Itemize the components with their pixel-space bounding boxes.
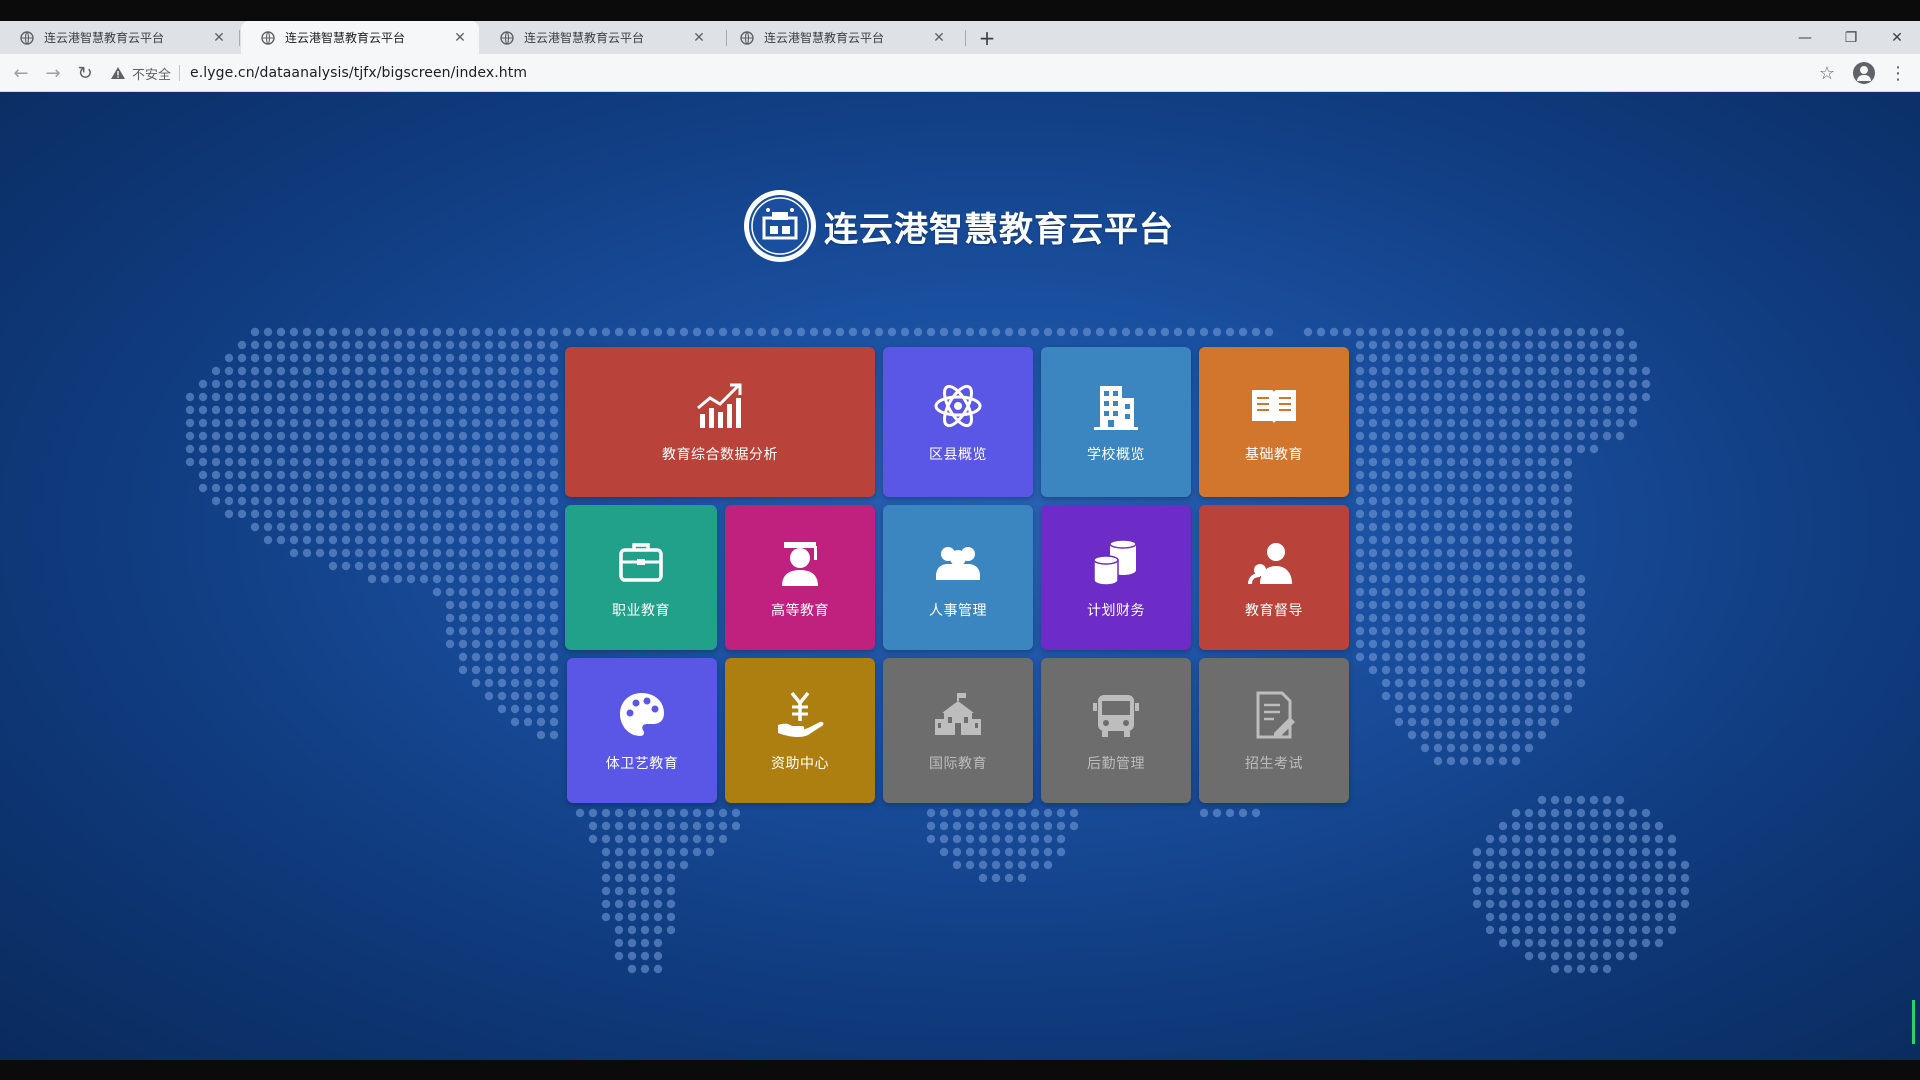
tile-label: 学校概览 bbox=[1087, 447, 1145, 463]
tile-logistics-management[interactable]: 后勤管理 bbox=[1041, 658, 1191, 803]
tab-separator bbox=[965, 30, 966, 46]
open-book-icon bbox=[1252, 390, 1296, 424]
tile-district-overview[interactable]: 区县概览 bbox=[883, 347, 1033, 497]
chart-trend-icon bbox=[697, 383, 742, 428]
page-header: 连云港智慧教育云平台 bbox=[742, 188, 1174, 264]
tile-label: 高等教育 bbox=[771, 602, 829, 619]
page-title: 连云港智慧教育云平台 bbox=[824, 209, 1174, 250]
palette-icon bbox=[620, 692, 664, 736]
atom-icon bbox=[934, 384, 982, 428]
tile-label: 人事管理 bbox=[929, 602, 987, 619]
supervisor-icon bbox=[1248, 542, 1292, 584]
window-close-icon[interactable]: ✕ bbox=[1874, 21, 1920, 54]
tile-label: 招生考试 bbox=[1245, 755, 1303, 772]
browser-tab-2[interactable]: 连云港智慧教育云平台 ✕ bbox=[241, 21, 479, 54]
screen-top-border bbox=[0, 0, 1920, 21]
back-arrow-icon[interactable]: ← bbox=[8, 60, 34, 86]
browser-tab-1[interactable]: 连云港智慧教育云平台 ✕ bbox=[0, 21, 238, 54]
briefcase-icon bbox=[619, 542, 663, 582]
coins-icon bbox=[1093, 538, 1137, 586]
address-bar[interactable]: 不安全 e.lyge.cn/dataanalysis/tjfx/bigscree… bbox=[110, 59, 1810, 87]
exam-paper-icon bbox=[1256, 691, 1295, 738]
browser-tab-3[interactable]: 连云港智慧教育云平台 ✕ bbox=[480, 21, 718, 54]
tile-label: 计划财务 bbox=[1087, 602, 1145, 619]
profile-avatar-icon[interactable] bbox=[1853, 62, 1875, 84]
scroll-indicator bbox=[1912, 1000, 1915, 1044]
forward-arrow-icon[interactable]: → bbox=[40, 60, 66, 86]
tab-title: 连云港智慧教育云平台 bbox=[524, 31, 645, 45]
omnibox-divider bbox=[179, 65, 181, 81]
globe-icon bbox=[261, 30, 275, 45]
tile-education-data-analysis[interactable]: 教育综合数据分析 bbox=[565, 347, 875, 497]
tile-label: 区县概览 bbox=[929, 447, 987, 463]
tile-label: 国际教育 bbox=[929, 755, 987, 772]
tile-label: 教育督导 bbox=[1245, 602, 1303, 619]
tile-label: 资助中心 bbox=[771, 755, 829, 772]
browser-tabstrip: 连云港智慧教育云平台 ✕ 连云港智慧教育云平台 ✕ 连云港智慧教育云平台 ✕ 连… bbox=[0, 21, 1920, 54]
platform-logo-icon bbox=[744, 190, 816, 262]
graduate-icon bbox=[782, 541, 818, 586]
security-label[interactable]: 不安全 bbox=[132, 64, 171, 83]
tab-title: 连云港智慧教育云平台 bbox=[44, 31, 165, 45]
tile-school-overview[interactable]: 学校概览 bbox=[1041, 347, 1191, 497]
restore-icon[interactable]: ❐ bbox=[1828, 21, 1874, 54]
screen-bottom-border bbox=[0, 1060, 1920, 1080]
page-viewport: 连云港智慧教育云平台 教育综合数据分析 区县概览 学校概览 基础教育 职业教育 … bbox=[0, 92, 1920, 1060]
tile-label: 教育综合数据分析 bbox=[662, 447, 778, 463]
browser-toolbar: ← → ↻ 不安全 e.lyge.cn/dataanalysis/tjfx/bi… bbox=[0, 54, 1920, 92]
new-tab-button[interactable]: + bbox=[975, 21, 999, 54]
minimize-icon[interactable]: — bbox=[1782, 21, 1828, 54]
close-icon[interactable]: ✕ bbox=[210, 30, 228, 46]
tab-separator bbox=[239, 30, 240, 46]
tile-education-supervision[interactable]: 教育督导 bbox=[1199, 505, 1349, 650]
close-icon[interactable]: ✕ bbox=[930, 30, 948, 46]
tile-label: 体卫艺教育 bbox=[605, 755, 679, 772]
tile-label: 后勤管理 bbox=[1087, 755, 1145, 772]
school-building-icon bbox=[935, 692, 981, 735]
browser-tab-4[interactable]: 连云港智慧教育云平台 ✕ bbox=[720, 21, 958, 54]
people-icon bbox=[936, 546, 980, 580]
tile-funding-center[interactable]: 资助中心 bbox=[725, 658, 875, 803]
tile-planning-finance[interactable]: 计划财务 bbox=[1041, 505, 1191, 650]
reload-icon[interactable]: ↻ bbox=[72, 60, 98, 86]
close-icon[interactable]: ✕ bbox=[451, 30, 469, 46]
close-icon[interactable]: ✕ bbox=[690, 30, 708, 46]
globe-icon bbox=[20, 30, 34, 45]
more-menu-icon[interactable]: ⋮ bbox=[1888, 60, 1908, 86]
warning-triangle-icon bbox=[111, 67, 125, 79]
tile-vocational-education[interactable]: 职业教育 bbox=[565, 505, 717, 650]
bookmark-star-icon[interactable]: ☆ bbox=[1814, 60, 1840, 86]
tile-higher-education[interactable]: 高等教育 bbox=[725, 505, 875, 650]
globe-icon bbox=[740, 30, 754, 45]
tile-basic-education[interactable]: 基础教育 bbox=[1199, 347, 1349, 497]
tile-label: 职业教育 bbox=[612, 602, 670, 619]
url-text[interactable]: e.lyge.cn/dataanalysis/tjfx/bigscreen/in… bbox=[190, 65, 527, 81]
yuan-hand-icon bbox=[778, 691, 824, 737]
tab-title: 连云港智慧教育云平台 bbox=[764, 31, 885, 45]
bus-icon bbox=[1093, 694, 1139, 737]
tile-international-education[interactable]: 国际教育 bbox=[883, 658, 1033, 803]
tile-sports-health-art-education[interactable]: 体卫艺教育 bbox=[567, 658, 717, 803]
tile-enrollment-exams[interactable]: 招生考试 bbox=[1199, 658, 1349, 803]
tab-title: 连云港智慧教育云平台 bbox=[285, 31, 406, 45]
tile-personnel-management[interactable]: 人事管理 bbox=[883, 505, 1033, 650]
building-icon bbox=[1094, 386, 1138, 430]
tile-label: 基础教育 bbox=[1245, 447, 1303, 463]
globe-icon bbox=[500, 30, 514, 45]
